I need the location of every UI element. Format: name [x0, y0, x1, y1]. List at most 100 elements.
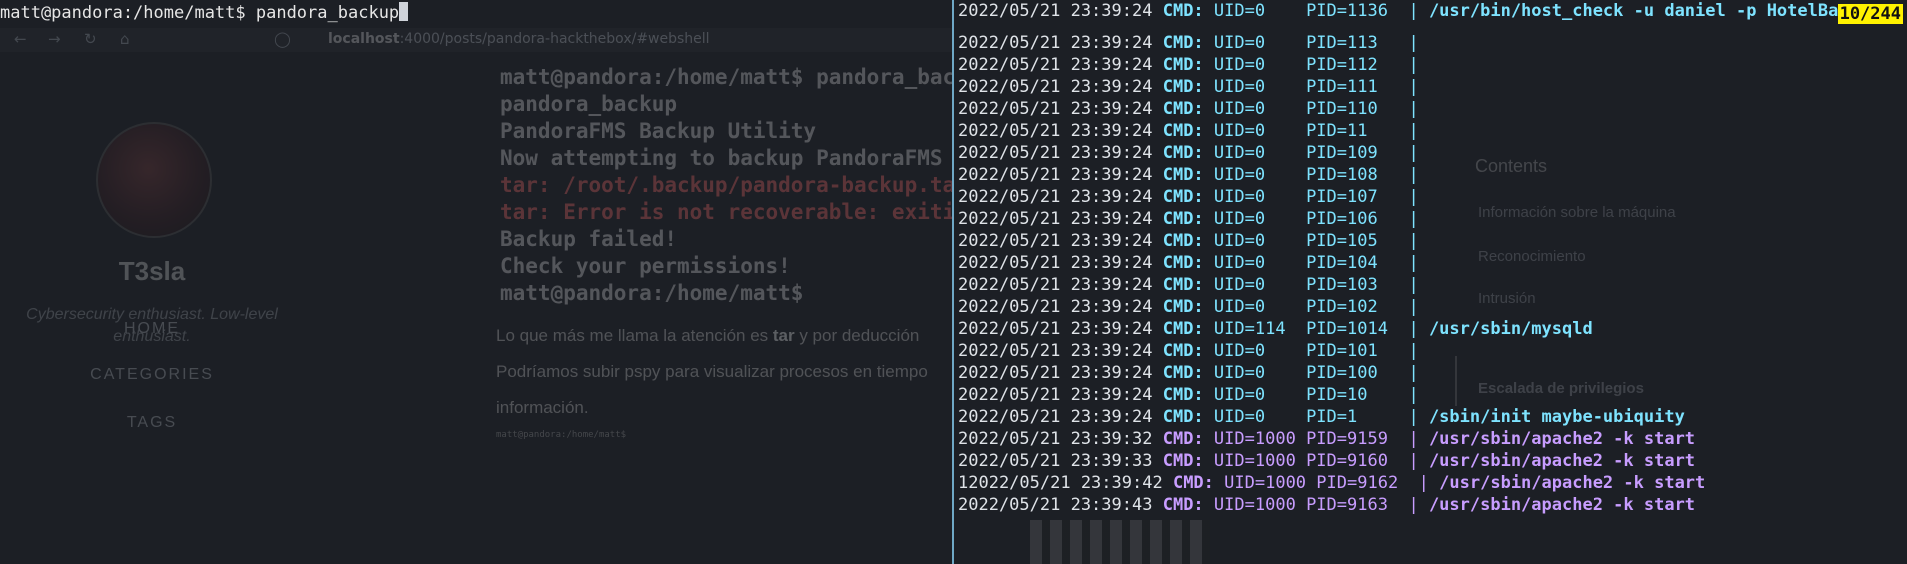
cmd-tag: CMD:	[1162, 231, 1204, 251]
url-bar: localhost:4000/posts/pandora-hackthebox/…	[328, 31, 710, 47]
pipe-separator: |	[1408, 33, 1419, 53]
cmd-tag: CMD:	[1162, 363, 1204, 383]
cmd-tag: CMD:	[1162, 341, 1204, 361]
timestamp: 2022/05/21 23:39:24	[958, 253, 1153, 273]
pipe-separator: |	[1408, 319, 1419, 339]
pspy-line: 2022/05/21 23:39:24 CMD: UID=0 PID=11 |	[958, 120, 1838, 142]
cmd-tag: CMD:	[1162, 33, 1204, 53]
cmd-tag: CMD:	[1162, 275, 1204, 295]
uid-field: UID=0	[1213, 187, 1296, 207]
pipe-separator: |	[1408, 341, 1419, 361]
left-terminal-pane[interactable]: ← → ↻ ⌂ ◯ localhost:4000/posts/pandora-h…	[0, 0, 952, 564]
pipe-separator: |	[1408, 209, 1419, 229]
command-text: /usr/sbin/apache2 -k start	[1428, 451, 1696, 471]
pid-field: PID=107	[1306, 187, 1399, 207]
cmd-tag: CMD:	[1162, 165, 1204, 185]
timestamp: 2022/05/21 23:39:24	[958, 55, 1153, 75]
timestamp: 2022/05/21 23:39:24	[958, 121, 1153, 141]
cmd-tag: CMD:	[1162, 297, 1204, 317]
paragraph-text: Lo que más me llama la atención es	[496, 326, 773, 345]
code-line: Check your permissions!	[500, 254, 791, 278]
pipe-separator: |	[1408, 55, 1419, 75]
pid-field: PID=104	[1306, 253, 1399, 273]
right-terminal-pane[interactable]: Contents Información sobre la máquina Re…	[954, 0, 1907, 564]
cmd-tag: CMD:	[1162, 385, 1204, 405]
uid-field: UID=0	[1213, 407, 1296, 427]
pipe-separator: |	[1408, 429, 1419, 449]
pipe-separator: |	[1408, 99, 1419, 119]
pipe-separator: |	[1408, 77, 1419, 97]
cmd-tag: CMD:	[1162, 187, 1204, 207]
cmd-tag: CMD:	[1162, 319, 1204, 339]
pspy-line: 2022/05/21 23:39:43 CMD: UID=1000 PID=91…	[958, 494, 1838, 516]
pspy-line: 2022/05/21 23:39:32 CMD: UID=1000 PID=91…	[958, 428, 1838, 450]
timestamp: 2022/05/21 23:39:32	[958, 429, 1153, 449]
post-code-block: matt@pandora:/home/matt$ pandora_backup …	[500, 64, 952, 307]
pspy-line: 2022/05/21 23:39:24 CMD: UID=0 PID=10 |	[958, 384, 1838, 406]
pid-field: PID=110	[1306, 99, 1399, 119]
command-text: /sbin/init maybe-ubiquity	[1428, 407, 1685, 427]
post-paragraph: Lo que más me llama la atención es tar y…	[496, 318, 952, 426]
timestamp: 2022/05/21 23:39:24	[958, 187, 1153, 207]
pspy-line: 2022/05/21 23:39:24 CMD: UID=114 PID=101…	[958, 318, 1838, 340]
bold-term: tar	[772, 326, 795, 345]
pspy-line: 2022/05/21 23:39:24 CMD: UID=0 PID=106 |	[958, 208, 1838, 230]
cmd-tag: CMD:	[1162, 495, 1204, 515]
pspy-line: 2022/05/21 23:39:24 CMD: UID=0 PID=1136 …	[958, 0, 1838, 22]
code-line: Backup failed!	[500, 227, 678, 251]
timestamp: 2022/05/21 23:39:24	[958, 407, 1153, 427]
cmd-tag: CMD:	[1162, 99, 1204, 119]
pid-field: PID=1014	[1306, 319, 1399, 339]
code-line: Now attempting to backup PandoraFMS c	[500, 146, 952, 170]
uid-field: UID=0	[1213, 297, 1296, 317]
paragraph-line: Podríamos subir pspy para visualizar pro…	[496, 362, 928, 381]
avatar	[96, 122, 212, 238]
pid-field: PID=10	[1306, 385, 1399, 405]
timestamp: 2022/05/21 23:39:24	[958, 231, 1153, 251]
code-line: PandoraFMS Backup Utility	[500, 119, 817, 143]
pipe-separator: |	[1408, 231, 1419, 251]
pid-field: PID=108	[1306, 165, 1399, 185]
pid-field: PID=11	[1306, 121, 1399, 141]
uid-field: UID=0	[1213, 341, 1296, 361]
uid-field: UID=0	[1213, 231, 1296, 251]
nav-tags: TAGS	[126, 414, 178, 431]
pspy-line: 2022/05/21 23:39:24 CMD: UID=0 PID=108 |	[958, 164, 1838, 186]
uid-field: UID=0	[1213, 143, 1296, 163]
pid-field: PID=113	[1306, 33, 1399, 53]
cmd-tag: CMD:	[1162, 1, 1204, 21]
pid-field: PID=100	[1306, 363, 1399, 383]
timestamp: 2022/05/21 23:39:24	[958, 209, 1153, 229]
pspy-line: 2022/05/21 23:39:24 CMD: UID=0 PID=103 |	[958, 274, 1838, 296]
browser-toolbar: ← → ↻ ⌂ ◯ localhost:4000/posts/pandora-h…	[0, 28, 952, 52]
pid-field: PID=9163	[1306, 495, 1399, 515]
timestamp: 2022/05/21 23:39:24	[958, 99, 1153, 119]
forward-arrow-icon: →	[48, 30, 61, 48]
cmd-tag: CMD:	[1162, 429, 1204, 449]
pid-field: PID=9159	[1306, 429, 1399, 449]
timestamp: 2022/05/21 23:39:24	[958, 385, 1153, 405]
uid-field: UID=0	[1213, 209, 1296, 229]
pspy-line: 2022/05/21 23:39:33 CMD: UID=1000 PID=91…	[958, 450, 1838, 472]
uid-field: UID=0	[1213, 55, 1296, 75]
timestamp: 2022/05/21 23:39:24	[958, 319, 1153, 339]
timestamp: 2022/05/21 23:39:24	[958, 77, 1153, 97]
profile-name: T3sla	[118, 256, 186, 286]
cmd-tag: CMD:	[1162, 209, 1204, 229]
uid-field: UID=0	[1213, 121, 1296, 141]
timestamp: 2022/05/21 23:39:24	[958, 143, 1153, 163]
timestamp: 2022/05/21 23:39:24	[958, 1, 1153, 21]
pipe-separator: |	[1408, 385, 1419, 405]
pspy-line: 2022/05/21 23:39:24 CMD: UID=0 PID=105 |	[958, 230, 1838, 252]
timestamp: 2022/05/21 23:39:24	[958, 33, 1153, 53]
code-line: tar: /root/.backup/pandora-backup.tar	[500, 173, 952, 197]
uid-field: UID=0	[1213, 363, 1296, 383]
command-text: /usr/bin/host_check -u daniel -p HotelBa	[1428, 1, 1839, 21]
terminal-prompt-line[interactable]: matt@pandora:/home/matt$ pandora_backup	[0, 2, 409, 24]
cursor-block	[399, 2, 409, 21]
cmd-tag: CMD:	[1162, 55, 1204, 75]
pspy-line: 2022/05/21 23:39:24 CMD: UID=0 PID=109 |	[958, 142, 1838, 164]
pid-field: PID=106	[1306, 209, 1399, 229]
code-line: pandora_backup	[500, 92, 678, 116]
